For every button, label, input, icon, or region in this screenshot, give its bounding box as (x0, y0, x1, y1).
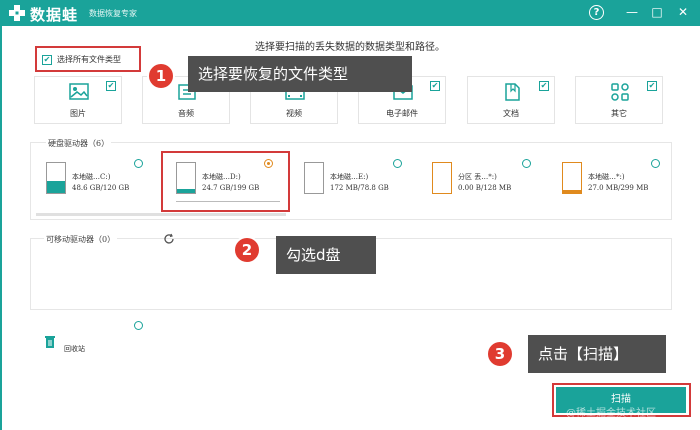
checkbox-icon[interactable]: ✔ (647, 81, 657, 91)
file-type-label: 视频 (286, 109, 302, 118)
drive-other-name: 本地磁…*:) (588, 173, 625, 181)
drive-e-icon (304, 162, 324, 194)
step-2-badge: 2 (233, 236, 261, 264)
callout-2: 勾选d盘 (276, 236, 376, 274)
file-type-label: 文档 (503, 109, 519, 118)
other-icon (611, 83, 629, 101)
title-bar: 数据蛙 数据恢复专家 ? — □ ✕ (0, 0, 700, 26)
window-left-border (0, 26, 2, 430)
watermark-text: @稀土掘金技术社区 (566, 408, 656, 419)
checkbox-icon[interactable]: ✔ (42, 55, 52, 65)
drive-lost-icon (432, 162, 452, 194)
callout-3-text: 点击【扫描】 (538, 345, 629, 363)
image-icon (69, 83, 89, 100)
callout-1: 选择要恢复的文件类型 (188, 56, 412, 92)
checkbox-icon[interactable]: ✔ (430, 81, 440, 91)
drive-lost-size: 0.00 B/128 MB (458, 184, 512, 192)
file-type-image[interactable]: ✔ 图片 (34, 76, 122, 124)
step-3-badge: 3 (486, 340, 514, 368)
app-logo-icon (9, 5, 25, 21)
drive-c-fill (47, 181, 65, 193)
refresh-icon[interactable] (163, 233, 175, 245)
callout-1-text: 选择要恢复的文件类型 (198, 65, 349, 83)
document-icon (505, 83, 520, 101)
drive-e-size: 172 MB/78.8 GB (330, 184, 389, 192)
minimize-icon[interactable]: — (624, 4, 640, 20)
app-name: 数据蛙 (30, 6, 79, 24)
drive-c-icon (46, 162, 66, 194)
drive-d-highlight (161, 151, 290, 212)
close-icon[interactable]: ✕ (675, 4, 691, 20)
select-all-checkbox[interactable]: ✔ 选择所有文件类型 (35, 46, 141, 72)
removable-section-title: 可移动驱动器（0） (44, 234, 118, 245)
checkbox-icon[interactable]: ✔ (539, 81, 549, 91)
drive-lost-name: 分区 丢…*:) (458, 173, 497, 181)
recycle-bin-label[interactable]: 回收站 (64, 344, 85, 354)
help-icon[interactable]: ? (589, 5, 604, 20)
callout-2-text: 勾选d盘 (286, 246, 341, 264)
recycle-bin-radio[interactable] (134, 321, 143, 330)
drive-scrollbar[interactable] (36, 213, 286, 216)
drive-other-fill (563, 190, 581, 193)
maximize-icon[interactable]: □ (649, 4, 665, 20)
hard-drive-section-title: 硬盘驱动器（6） (46, 138, 112, 149)
step-1-badge: 1 (147, 62, 175, 90)
file-type-other[interactable]: ✔ 其它 (575, 76, 663, 124)
callout-3: 点击【扫描】 (528, 335, 666, 373)
checkbox-icon[interactable]: ✔ (106, 81, 116, 91)
drive-e-name: 本地磁…E:) (330, 173, 369, 181)
drive-c-radio[interactable] (134, 159, 143, 168)
app-subtitle: 数据恢复专家 (89, 9, 137, 18)
file-type-label: 图片 (70, 109, 86, 118)
select-all-label: 选择所有文件类型 (57, 55, 121, 64)
file-type-label: 音频 (178, 109, 194, 118)
drive-e-radio[interactable] (393, 159, 402, 168)
file-type-label: 其它 (611, 109, 627, 118)
drive-other-radio[interactable] (651, 159, 660, 168)
trash-icon (45, 336, 55, 348)
drive-other-icon (562, 162, 582, 194)
drive-lost-radio[interactable] (522, 159, 531, 168)
drive-other-size: 27.0 MB/299 MB (588, 184, 649, 192)
file-type-label: 电子邮件 (386, 109, 418, 118)
file-type-document[interactable]: ✔ 文档 (467, 76, 555, 124)
drive-c-size: 48.6 GB/120 GB (72, 184, 130, 192)
drive-c-name: 本地磁…C:) (72, 173, 111, 181)
